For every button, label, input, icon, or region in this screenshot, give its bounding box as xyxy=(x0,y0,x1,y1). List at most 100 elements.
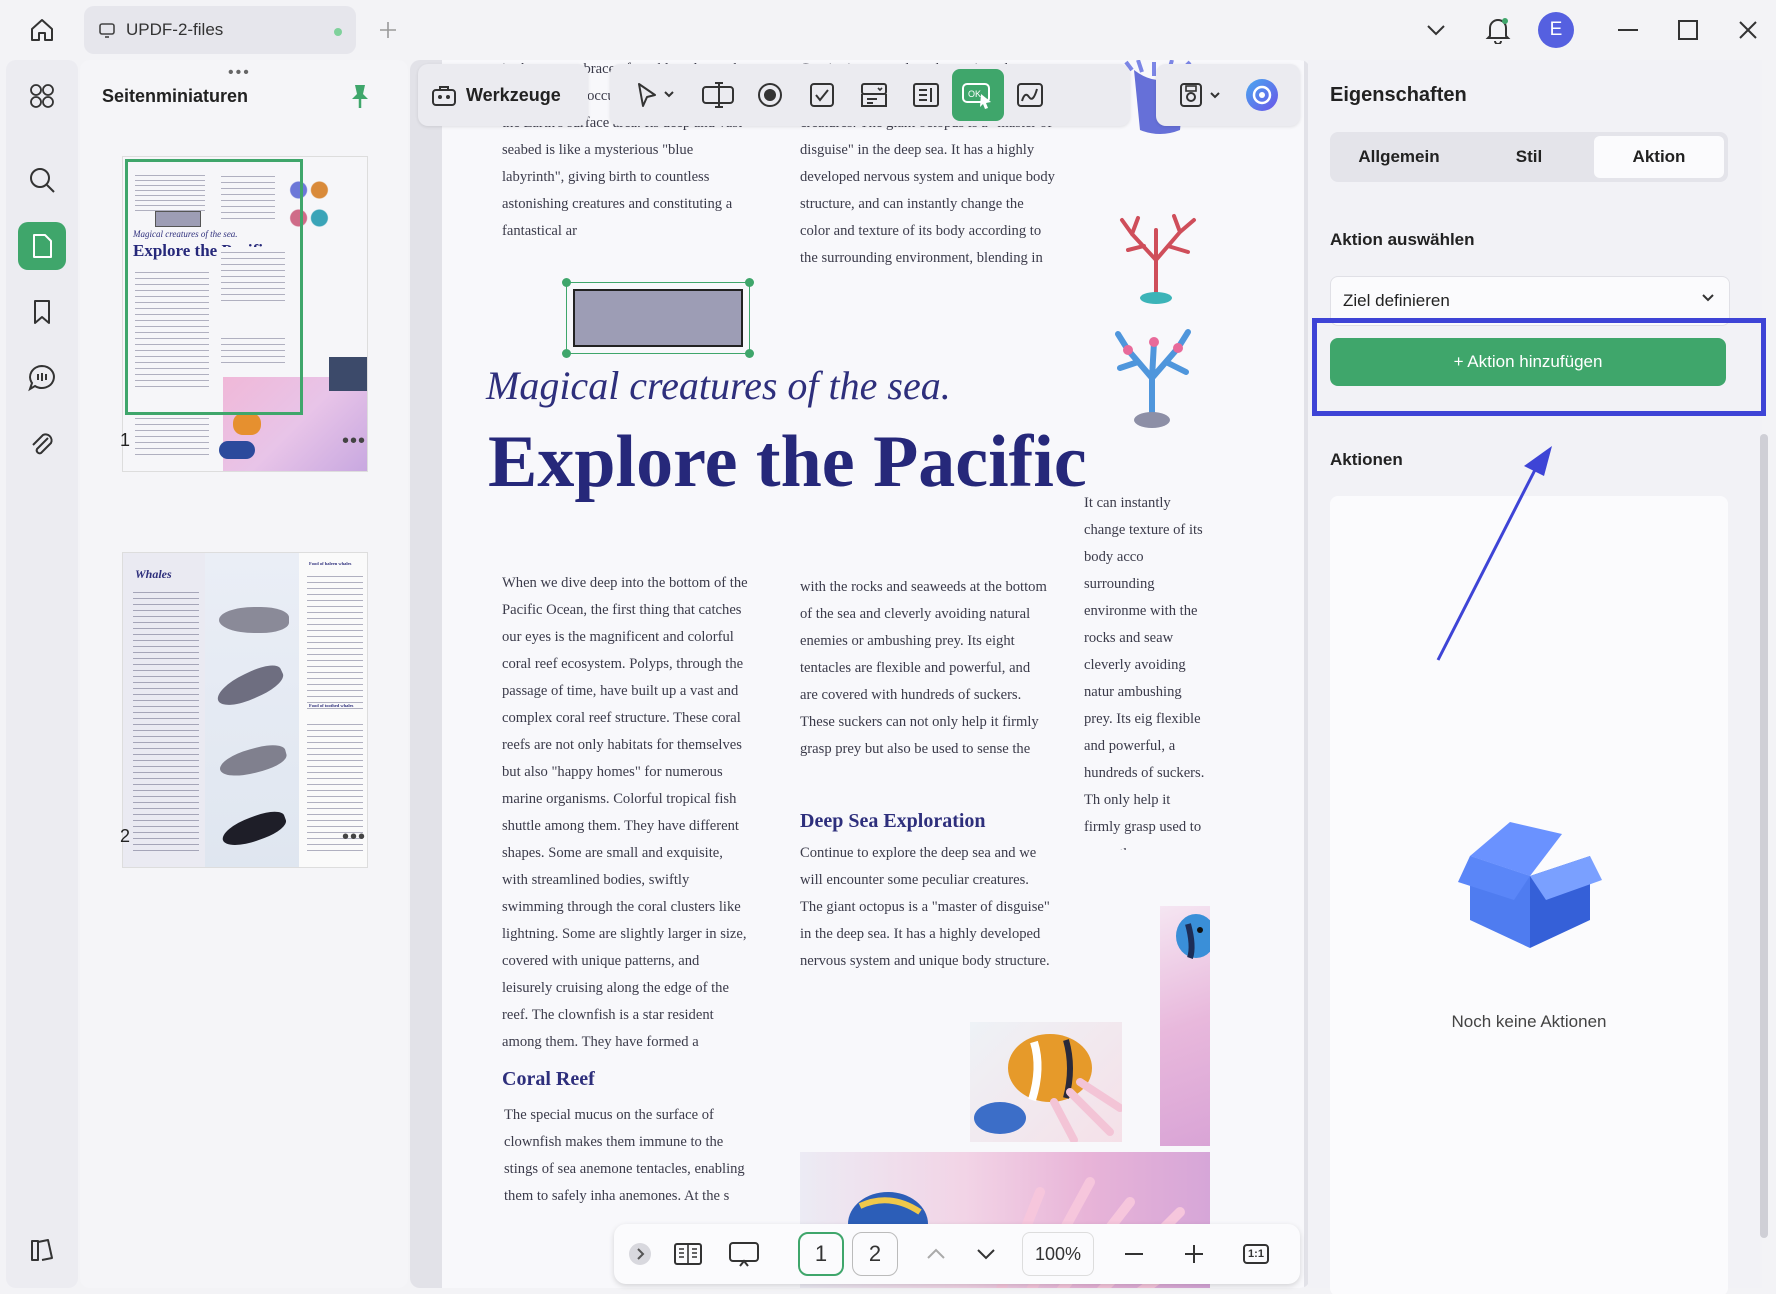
save-menu-button[interactable] xyxy=(1166,69,1236,121)
list-box-icon xyxy=(913,83,939,107)
resize-handle[interactable] xyxy=(745,278,754,287)
apps-button[interactable] xyxy=(18,72,66,120)
thumbnail-1-viewport-indicator xyxy=(125,159,303,415)
panel-resize-grip[interactable]: ••• xyxy=(228,64,251,82)
ai-assistant-icon xyxy=(1246,79,1278,111)
collapse-nav-button[interactable] xyxy=(626,1232,654,1276)
no-actions-label: Noch keine Aktionen xyxy=(1451,1012,1607,1031)
minus-icon xyxy=(1125,1253,1143,1255)
deep-sea-text: Continue to explore the deep sea and we … xyxy=(800,845,1050,969)
document-tab[interactable]: UPDF-2-files xyxy=(84,6,356,54)
thumbnail-2-whale-1 xyxy=(219,607,289,633)
attachments-button[interactable] xyxy=(18,420,66,468)
notifications-button[interactable] xyxy=(1478,12,1518,48)
form-tools-toolbar: OK xyxy=(610,64,1130,126)
document-tab-title: UPDF-2-files xyxy=(126,20,224,39)
comments-button[interactable] xyxy=(18,354,66,402)
tools-label: Werkzeuge xyxy=(466,84,561,105)
save-icon xyxy=(1180,83,1220,107)
selected-form-field[interactable] xyxy=(562,278,754,358)
zoom-out-button[interactable] xyxy=(1112,1232,1156,1276)
resize-handle[interactable] xyxy=(745,349,754,358)
book-icon xyxy=(31,1239,53,1261)
page-1-button[interactable]: 1 xyxy=(798,1232,844,1276)
chevron-up-icon xyxy=(927,1248,945,1259)
combo-box-tool-button[interactable] xyxy=(848,69,900,121)
page-thumbnail-2[interactable]: Whales Food of baleen whales Food of too… xyxy=(122,552,368,868)
signature-icon xyxy=(1017,83,1043,107)
layout-settings-button[interactable] xyxy=(18,1226,66,1274)
maximize-icon xyxy=(1678,20,1698,40)
thumbnail-2-number: 2 xyxy=(120,826,131,846)
page-subtitle: Magical creatures of the sea. xyxy=(486,363,951,408)
list-box-tool-button[interactable] xyxy=(900,69,952,121)
user-avatar[interactable]: E xyxy=(1538,12,1574,48)
coral-photo-right-strip xyxy=(1160,906,1216,1146)
minimize-icon xyxy=(1618,29,1638,31)
empty-box-icon xyxy=(1458,822,1602,948)
properties-title: Eigenschaften xyxy=(1330,84,1467,106)
select-action-label: Aktion auswählen xyxy=(1330,230,1475,249)
tab-aktion[interactable]: Aktion xyxy=(1594,136,1724,178)
thumbnail-2-side-heading-1: Food of baleen whales xyxy=(309,561,352,566)
toolbox-icon xyxy=(432,86,456,106)
select-tool-button[interactable] xyxy=(618,69,692,121)
zoom-in-button[interactable] xyxy=(1172,1232,1216,1276)
cursor-arrow-icon xyxy=(638,83,674,107)
zoom-level-field[interactable]: 100% xyxy=(1022,1232,1094,1276)
new-tab-button[interactable] xyxy=(374,16,402,44)
search-icon xyxy=(30,168,55,193)
form-field-button-box[interactable] xyxy=(573,289,743,347)
thumbnail-2-more-button[interactable]: ••• xyxy=(342,826,366,849)
signature-field-tool-button[interactable] xyxy=(1004,69,1056,121)
actual-size-button[interactable]: 1:1 xyxy=(1234,1232,1278,1276)
thumbnail-1-clownfish xyxy=(233,413,261,435)
search-button[interactable] xyxy=(18,156,66,204)
tabs-dropdown-button[interactable] xyxy=(1416,12,1456,48)
page-text-column-1-body: When we dive deep into the bottom of the… xyxy=(502,575,748,1050)
left-sidebar-rail xyxy=(6,60,78,1288)
button-form-field-tool-button[interactable]: OK xyxy=(952,69,1004,121)
thumbnail-2-text-block xyxy=(307,571,363,711)
chevron-down-icon xyxy=(1702,294,1714,302)
chevron-down-icon xyxy=(977,1249,995,1260)
comment-icon xyxy=(28,364,55,392)
tab-allgemein[interactable]: Allgemein xyxy=(1334,136,1464,178)
page-layout-button[interactable] xyxy=(666,1232,710,1276)
thumbnail-2-side-heading-2: Food of toothed whales xyxy=(309,703,354,708)
presentation-icon xyxy=(729,1242,759,1267)
page-text-column-2-body: with the rocks and seaweeds at the botto… xyxy=(800,579,1047,757)
page-main-title: Explore the Pacific xyxy=(488,421,1087,503)
chevron-right-icon xyxy=(629,1243,651,1265)
radio-button-icon xyxy=(758,83,782,107)
thumbnail-1-more-button[interactable]: ••• xyxy=(342,430,366,453)
page-2-button[interactable]: 2 xyxy=(852,1232,898,1276)
resize-handle[interactable] xyxy=(562,349,571,358)
maximize-button[interactable] xyxy=(1668,12,1708,48)
tab-stil[interactable]: Stil xyxy=(1464,136,1594,178)
pin-panel-button[interactable] xyxy=(348,82,372,115)
resize-handle[interactable] xyxy=(562,278,571,287)
title-bar: UPDF-2-files E xyxy=(0,0,1776,60)
page-thumbnail-1[interactable]: Magical creatures of the sea. Explore th… xyxy=(122,156,368,472)
previous-page-button[interactable] xyxy=(914,1232,958,1276)
tools-menu-button[interactable]: Werkzeuge xyxy=(418,64,588,126)
properties-scrollbar[interactable] xyxy=(1760,434,1768,1238)
text-field-tool-button[interactable] xyxy=(692,69,744,121)
action-type-value: Ziel definieren xyxy=(1343,291,1450,310)
presentation-button[interactable] xyxy=(722,1232,766,1276)
home-button[interactable] xyxy=(22,12,62,48)
close-window-button[interactable] xyxy=(1728,12,1768,48)
ai-assistant-button[interactable] xyxy=(1236,69,1288,121)
checkbox-tool-button[interactable] xyxy=(796,69,848,121)
radio-button-tool-button[interactable] xyxy=(744,69,796,121)
bookmark-icon xyxy=(34,300,50,324)
text-field-icon xyxy=(702,82,734,108)
minimize-button[interactable] xyxy=(1608,12,1648,48)
next-page-button[interactable] xyxy=(964,1232,1008,1276)
add-action-button[interactable]: + Aktion hinzufügen xyxy=(1330,338,1726,386)
bookmarks-button[interactable] xyxy=(18,288,66,336)
plus-icon xyxy=(380,22,396,38)
actions-label: Aktionen xyxy=(1330,450,1403,469)
thumbnails-button[interactable] xyxy=(18,222,66,270)
